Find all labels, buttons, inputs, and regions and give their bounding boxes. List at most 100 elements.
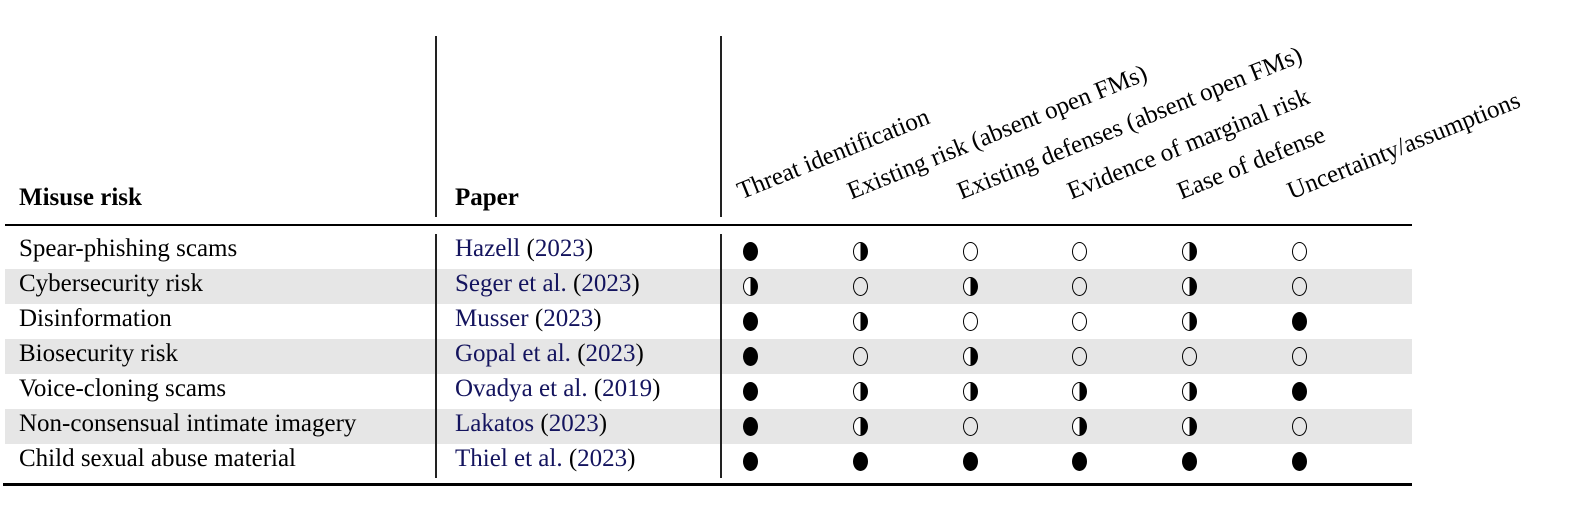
table-row: Non-consensual intimate imagery Lakatos (… (5, 409, 1412, 444)
empty-circle-icon (1292, 277, 1307, 296)
empty-circle-icon (963, 242, 978, 261)
empty-circle-icon (1072, 347, 1087, 366)
citation-author[interactable]: Musser (455, 305, 529, 332)
filled-circle-icon (743, 347, 758, 366)
filled-circle-icon (853, 452, 868, 471)
citation-paren-close: ) (635, 340, 644, 367)
citation-paren-open: ( (534, 410, 549, 437)
filled-circle-icon (743, 382, 758, 401)
empty-circle-icon (1072, 312, 1087, 331)
paper-citation-link[interactable]: Ovadya et al. (2019) (455, 375, 661, 403)
paper-citation-link[interactable]: Thiel et al. (2023) (455, 445, 636, 473)
empty-circle-icon (963, 417, 978, 436)
header-paper: Paper (455, 184, 519, 211)
bottom-rule (3, 483, 1412, 486)
body-divider-2 (720, 234, 722, 478)
citation-author[interactable]: Seger et al. (455, 270, 567, 297)
citation-paren-close: ) (627, 445, 636, 472)
filled-circle-icon (1292, 452, 1307, 471)
misuse-risk-cell: Disinformation (19, 305, 172, 332)
half-filled-circle-icon (1182, 312, 1197, 331)
citation-author[interactable]: Lakatos (455, 410, 534, 437)
body-divider-1 (435, 234, 437, 478)
filled-circle-icon (743, 312, 758, 331)
misuse-risk-cell: Biosecurity risk (19, 340, 179, 367)
filled-circle-icon (1292, 312, 1307, 331)
half-filled-circle-icon (1182, 417, 1197, 436)
misuse-risk-cell: Cybersecurity risk (19, 270, 203, 297)
empty-circle-icon (1182, 347, 1197, 366)
citation-year[interactable]: 2023 (535, 235, 585, 262)
citation-author[interactable]: Ovadya et al. (455, 375, 588, 402)
empty-circle-icon (1292, 417, 1307, 436)
table-row: Voice-cloning scams Ovadya et al. (2019) (5, 374, 1412, 409)
citation-paren-open: ( (587, 375, 603, 402)
citation-year[interactable]: 2023 (581, 270, 631, 297)
table-row: Cybersecurity risk Seger et al. (2023) (5, 269, 1412, 304)
citation-paren-open: ( (570, 340, 586, 367)
citation-paren-open: ( (566, 270, 582, 297)
half-filled-circle-icon (963, 347, 978, 366)
paper-citation-link[interactable]: Seger et al. (2023) (455, 270, 640, 298)
empty-circle-icon (1072, 242, 1087, 261)
citation-year[interactable]: 2023 (577, 445, 627, 472)
table-row: Biosecurity risk Gopal et al. (2023) (5, 339, 1412, 374)
table-row: Spear-phishing scams Hazell (2023) (5, 234, 1412, 269)
misuse-risk-cell: Spear-phishing scams (19, 235, 238, 262)
empty-circle-icon (853, 277, 868, 296)
misuse-risk-cell: Non-consensual intimate imagery (19, 410, 357, 437)
filled-circle-icon (1182, 452, 1197, 471)
citation-author[interactable]: Thiel et al. (455, 445, 563, 472)
citation-paren-open: ( (528, 305, 544, 332)
empty-circle-icon (853, 347, 868, 366)
misuse-risk-cell: Child sexual abuse material (19, 445, 297, 472)
table-row: Child sexual abuse material Thiel et al. … (5, 444, 1412, 479)
citation-paren-open: ( (562, 445, 578, 472)
citation-year[interactable]: 2023 (543, 305, 593, 332)
citation-paren-open: ( (520, 235, 535, 262)
filled-circle-icon (1072, 452, 1087, 471)
half-filled-circle-icon (853, 382, 868, 401)
misuse-risk-cell: Voice-cloning scams (19, 375, 227, 402)
half-filled-circle-icon (853, 242, 868, 261)
half-filled-circle-icon (1182, 382, 1197, 401)
citation-year[interactable]: 2023 (586, 340, 636, 367)
paper-citation-link[interactable]: Gopal et al. (2023) (455, 340, 644, 368)
half-filled-circle-icon (743, 277, 758, 296)
half-filled-circle-icon (1182, 277, 1197, 296)
paper-citation-link[interactable]: Lakatos (2023) (455, 410, 607, 438)
header-rule (5, 224, 1412, 226)
paper-citation-link[interactable]: Hazell (2023) (455, 235, 593, 263)
citation-paren-close: ) (598, 410, 608, 437)
table-row: Disinformation Musser (2023) (5, 304, 1412, 339)
citation-author[interactable]: Gopal et al. (455, 340, 571, 367)
citation-author[interactable]: Hazell (455, 235, 520, 262)
half-filled-circle-icon (1072, 382, 1087, 401)
filled-circle-icon (743, 242, 758, 261)
citation-year[interactable]: 2019 (602, 375, 652, 402)
header-divider-1 (435, 36, 437, 217)
citation-year[interactable]: 2023 (549, 410, 599, 437)
citation-paren-close: ) (584, 235, 594, 262)
header-divider-2 (720, 36, 722, 217)
half-filled-circle-icon (1182, 242, 1197, 261)
paper-citation-link[interactable]: Musser (2023) (455, 305, 602, 333)
empty-circle-icon (1072, 277, 1087, 296)
filled-circle-icon (963, 452, 978, 471)
half-filled-circle-icon (1072, 417, 1087, 436)
half-filled-circle-icon (853, 417, 868, 436)
half-filled-circle-icon (963, 277, 978, 296)
half-filled-circle-icon (963, 382, 978, 401)
filled-circle-icon (1292, 382, 1307, 401)
citation-paren-close: ) (593, 305, 602, 332)
empty-circle-icon (963, 312, 978, 331)
citation-paren-close: ) (631, 270, 640, 297)
citation-paren-close: ) (652, 375, 661, 402)
empty-circle-icon (1292, 242, 1307, 261)
header-misuse-risk: Misuse risk (19, 184, 142, 211)
filled-circle-icon (743, 417, 758, 436)
misuse-risk-table: Misuse risk Paper Threat identification … (0, 0, 1596, 516)
empty-circle-icon (1292, 347, 1307, 366)
half-filled-circle-icon (853, 312, 868, 331)
filled-circle-icon (743, 452, 758, 471)
